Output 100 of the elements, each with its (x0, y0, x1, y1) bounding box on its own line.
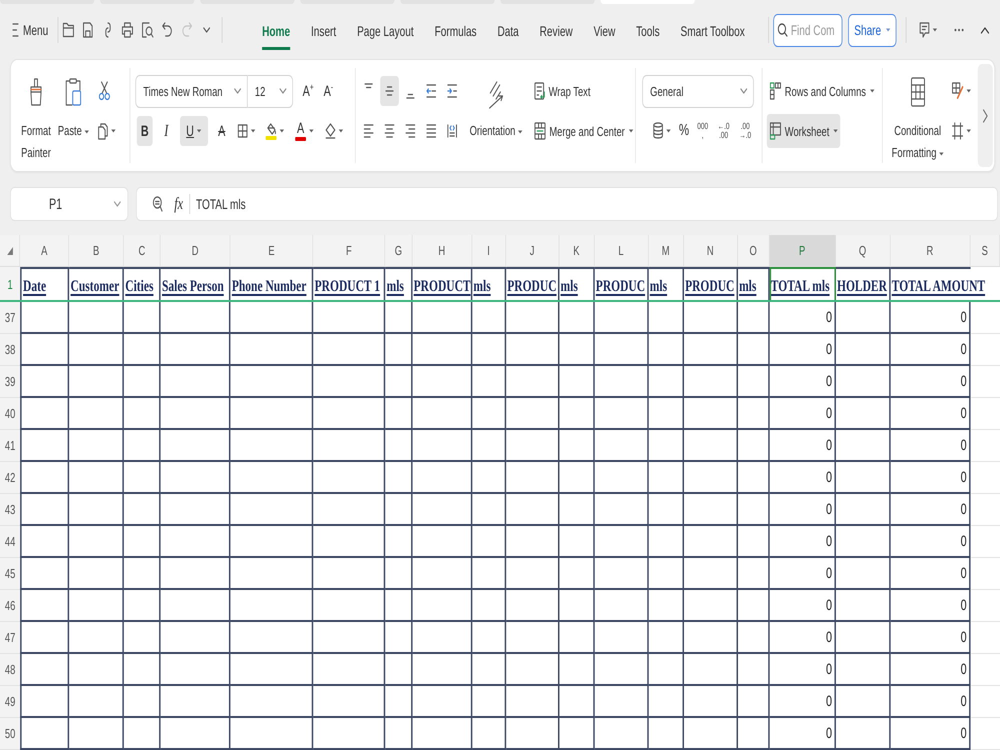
table-cell (124, 654, 161, 686)
share-button[interactable]: Share (848, 14, 896, 46)
align-left-icon (364, 124, 374, 138)
align-middle-icon (385, 86, 394, 96)
table-cell (412, 526, 472, 558)
column-header[interactable]: J (506, 235, 560, 267)
rows-columns-icon (770, 82, 782, 100)
font-size-dropdown[interactable]: 12 (248, 74, 294, 108)
font-name-dropdown[interactable]: Times New Roman (135, 74, 248, 108)
column-header[interactable]: A (20, 235, 70, 267)
row-number[interactable]: 47 (0, 622, 20, 654)
thousands-separator-button[interactable]: 000 , (694, 116, 711, 146)
ribbon-tab[interactable]: Formulas (434, 10, 477, 50)
ribbon-tab[interactable]: Insert (311, 10, 336, 50)
table-cell: 0 (769, 526, 836, 558)
column-header[interactable]: L (594, 235, 648, 267)
column-header[interactable]: I (472, 235, 506, 267)
column-header[interactable]: H (412, 235, 472, 267)
column-title: PRODUCT 1 (314, 278, 380, 296)
search-field[interactable]: Find Com (774, 14, 843, 46)
row-number[interactable]: 43 (0, 494, 20, 526)
row-number[interactable]: 38 (0, 334, 20, 366)
worksheet-button[interactable]: Worksheet (766, 114, 840, 148)
strikethrough-button[interactable]: A (214, 116, 229, 146)
row-number[interactable]: 48 (0, 654, 20, 686)
ribbon-tab[interactable]: View (594, 10, 616, 50)
table-cell: 0 (890, 558, 970, 590)
column-title: mls (739, 278, 756, 296)
row-number[interactable]: 41 (0, 430, 20, 462)
column-header[interactable]: D (160, 235, 230, 267)
table-cell (69, 526, 124, 558)
column-header[interactable]: N (684, 235, 738, 267)
table-cell (836, 558, 890, 590)
underline-button[interactable]: U (180, 116, 208, 146)
column-header[interactable]: P (769, 235, 836, 267)
italic-button[interactable]: I (159, 116, 174, 146)
row-number[interactable]: 39 (0, 366, 20, 398)
conditional-formatting-button[interactable]: Conditional Formatting (890, 70, 945, 164)
column-header[interactable]: F (313, 235, 386, 267)
table-cell (385, 494, 412, 526)
row-number[interactable]: 37 (0, 302, 20, 334)
select-all-button[interactable] (0, 235, 20, 267)
format-painter-button[interactable]: Format Painter (18, 70, 54, 164)
justify-icon (426, 124, 436, 138)
column-title: PRODUCT (414, 278, 471, 296)
column-header[interactable]: Q (836, 235, 890, 267)
caret-icon (84, 130, 89, 134)
row-number[interactable]: 45 (0, 558, 20, 590)
ribbon-tab[interactable]: Review (540, 10, 573, 50)
font-color-button[interactable]: A (293, 116, 316, 146)
row-number[interactable]: 40 (0, 398, 20, 430)
column-header[interactable]: R (890, 235, 970, 267)
table-cell (412, 462, 472, 494)
wrap-text-button[interactable]: Wrap Text (531, 76, 594, 106)
row-number[interactable]: 46 (0, 590, 20, 622)
table-cell (594, 526, 648, 558)
row-number[interactable]: 49 (0, 686, 20, 718)
column-header[interactable]: E (230, 235, 314, 267)
ribbon-tab[interactable]: Smart Toolbox (680, 10, 745, 50)
bold-button[interactable]: B (136, 116, 153, 146)
merge-button[interactable]: Merge and Center (531, 116, 636, 146)
percent-button[interactable]: % (678, 116, 690, 146)
menu-button[interactable]: Menu (10, 18, 50, 42)
table-cell (684, 398, 738, 430)
table-cell (124, 430, 161, 462)
table-cell: 0 (769, 398, 836, 430)
increase-decimal-button[interactable]: ←.0 .00 (714, 116, 732, 146)
column-header[interactable]: B (69, 235, 124, 267)
ribbon-tab[interactable]: Data (497, 10, 519, 50)
ribbon-tab[interactable]: Page Layout (357, 10, 414, 50)
table-cell (559, 718, 594, 750)
number-format-dropdown[interactable]: General (642, 74, 754, 108)
row-number[interactable]: 50 (0, 718, 20, 750)
shrink-font-button[interactable]: A$^{-}$ (320, 76, 337, 106)
caret-icon (932, 28, 938, 32)
name-box[interactable]: P1 (10, 187, 128, 221)
table-cell (559, 622, 594, 654)
row-number[interactable]: 44 (0, 526, 20, 558)
align-middle-button[interactable] (380, 76, 399, 106)
row-number[interactable]: 42 (0, 462, 20, 494)
decrease-decimal-button[interactable]: .00 →.0 (736, 116, 754, 146)
column-header[interactable]: K (559, 235, 594, 267)
orientation-button[interactable]: Orientation (470, 70, 522, 146)
insert-function-label[interactable]: fx (174, 194, 184, 214)
rows-and-columns-button[interactable]: Rows and Columns (766, 76, 878, 106)
table-cell (69, 462, 124, 494)
column-header[interactable]: G (385, 235, 412, 267)
print-icon (122, 22, 134, 38)
ribbon-tab[interactable]: Home (262, 10, 290, 50)
column-header[interactable]: S (970, 235, 1000, 267)
column-header[interactable]: O (738, 235, 770, 267)
row-number[interactable]: 1 (0, 267, 20, 302)
grow-font-button[interactable]: A$^{+}$ (300, 76, 317, 106)
table-cell: 0 (890, 686, 970, 718)
column-header[interactable]: M (648, 235, 684, 267)
column-header[interactable]: C (124, 235, 161, 267)
paste-button[interactable]: Paste (58, 70, 89, 142)
table-cell (648, 462, 684, 494)
ribbon-tab[interactable]: Tools (636, 10, 660, 50)
formula-field[interactable]: fx TOTAL mls (136, 187, 998, 221)
